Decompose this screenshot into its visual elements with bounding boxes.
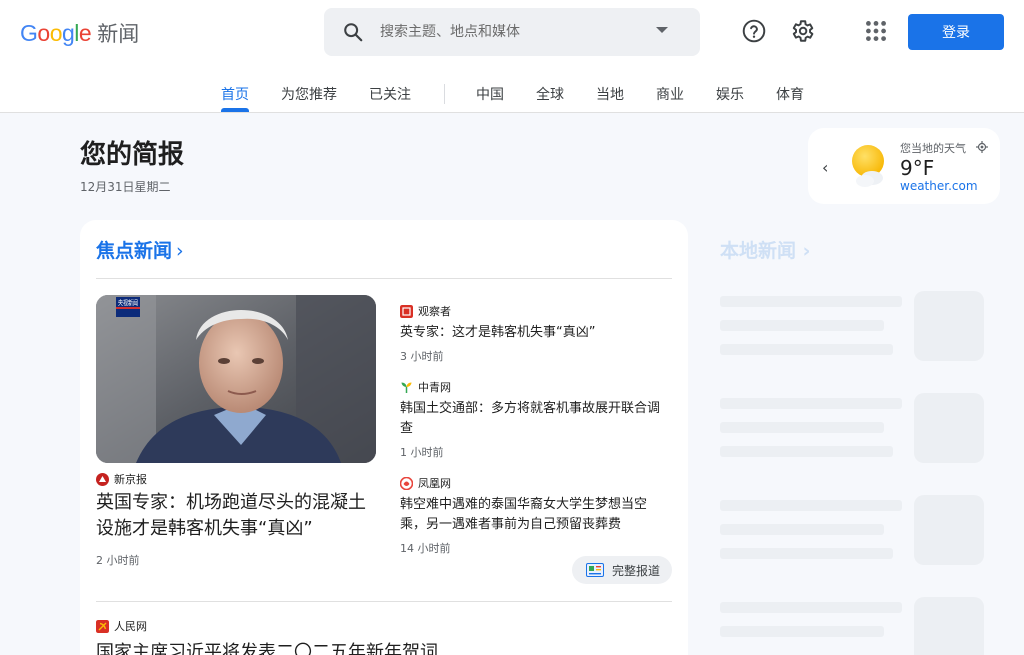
- skeleton-thumbnail: [914, 597, 984, 655]
- tab-world[interactable]: 全球: [536, 84, 564, 104]
- skeleton-line: [720, 344, 893, 355]
- skeleton-line: [720, 296, 902, 307]
- section-tabs: 首页 为您推荐 已关注 中国 全球 当地 商业 娱乐 体育: [0, 84, 1024, 112]
- partly-cloudy-icon: [852, 145, 884, 187]
- next-story-title[interactable]: 国家主席习近平将发表二〇二五年新年贺词: [96, 638, 438, 655]
- logo-wordmark: Google: [20, 19, 92, 46]
- weather-label: 您当地的天气: [900, 142, 966, 155]
- ifeng-logo-icon: [400, 476, 413, 490]
- top-stories-card: 焦点新闻 › 央视新闻 新京报 英国专家：机场跑道尽头的混凝土设施才是韩客机失事“: [80, 220, 688, 655]
- side-story-2-time: 1 小时前: [400, 446, 444, 459]
- hero-source-name: 新京报: [114, 473, 147, 486]
- full-coverage-label: 完整报道: [612, 563, 661, 578]
- tab-entertainment[interactable]: 娱乐: [716, 84, 744, 104]
- top-stories-heading-label: 焦点新闻: [96, 240, 173, 262]
- tab-following[interactable]: 已关注: [369, 84, 411, 104]
- chevron-right-icon: ›: [796, 240, 811, 262]
- hero-story-title[interactable]: 英国专家：机场跑道尽头的混凝土设施才是韩客机失事“真凶”: [96, 490, 380, 542]
- side-story-2-title[interactable]: 韩国土交通部：多方将就客机事故展开联合调查: [400, 399, 672, 439]
- hero-photo-illustration: 央视新闻: [96, 295, 376, 463]
- skeleton-line: [720, 398, 902, 409]
- top-stories-heading[interactable]: 焦点新闻 ›: [96, 236, 184, 263]
- side-story-3-title[interactable]: 韩空难中遇难的泰国华裔女大学生梦想当空乘，另一遇难者事前为自己预留丧葬费: [400, 495, 672, 535]
- hero-source[interactable]: 新京报: [96, 471, 147, 487]
- top-bar: Google 新闻 登录 首页 为您推荐 已关注 中国 全球 当地 商业 娱乐 …: [0, 0, 1024, 113]
- next-story-source-name: 人民网: [114, 620, 147, 633]
- side-story-1-title[interactable]: 英专家：这才是韩客机失事“真凶”: [400, 323, 672, 343]
- skeleton-thumbnail: [914, 495, 984, 565]
- chevron-left-icon[interactable]: ‹: [822, 158, 828, 177]
- side-story-3-source[interactable]: 凤凰网: [400, 475, 451, 491]
- settings-gear-icon[interactable]: [789, 18, 815, 44]
- side-story-2-source[interactable]: 中青网: [400, 379, 451, 395]
- help-icon[interactable]: [741, 18, 767, 44]
- skeleton-line: [720, 446, 893, 457]
- skeleton-line: [720, 602, 902, 613]
- skeleton-line: [720, 500, 902, 511]
- chevron-right-icon: ›: [176, 240, 184, 262]
- side-story-1-source-name: 观察者: [418, 305, 451, 318]
- local-news-heading-label: 本地新闻: [720, 240, 797, 262]
- xinjingbao-logo-icon: [96, 472, 109, 486]
- side-story-1-time: 3 小时前: [400, 350, 444, 363]
- weather-source-link[interactable]: weather.com: [900, 179, 978, 193]
- skeleton-line: [720, 626, 884, 637]
- apps-grid-icon[interactable]: [863, 18, 889, 44]
- skeleton-line: [720, 320, 884, 331]
- tab-home[interactable]: 首页: [221, 84, 249, 104]
- hero-story-time: 2 小时前: [96, 554, 140, 567]
- next-story-source[interactable]: 人民网: [96, 618, 147, 634]
- side-story-1-source[interactable]: 观察者: [400, 303, 451, 319]
- skeleton-thumbnail: [914, 393, 984, 463]
- search-options-dropdown-icon[interactable]: [656, 27, 668, 33]
- guancha-logo-icon: [400, 304, 413, 318]
- divider: [96, 278, 672, 279]
- full-coverage-button[interactable]: 完整报道: [572, 556, 672, 584]
- briefing-date: 12月31日星期二: [80, 180, 171, 194]
- search-icon[interactable]: [342, 21, 364, 43]
- location-icon: [976, 141, 988, 153]
- side-story-3-source-name: 凤凰网: [418, 477, 451, 490]
- side-story-2-source-name: 中青网: [418, 381, 451, 394]
- tab-business[interactable]: 商业: [656, 84, 684, 104]
- active-tab-indicator: [221, 108, 249, 112]
- renmin-logo-icon: [96, 619, 109, 633]
- weather-widget[interactable]: ‹ 您当地的天气 9°F weather.com: [808, 128, 1000, 204]
- tab-separator: [444, 84, 445, 104]
- divider: [96, 601, 672, 602]
- sign-in-button[interactable]: 登录: [908, 14, 1004, 50]
- briefing-title: 您的简报: [80, 140, 185, 170]
- full-coverage-icon: [586, 563, 604, 577]
- tab-local[interactable]: 当地: [596, 84, 624, 104]
- local-news-heading[interactable]: 本地新闻 ›: [720, 236, 810, 263]
- skeleton-line: [720, 422, 884, 433]
- hero-story-image[interactable]: 央视新闻: [96, 295, 376, 463]
- side-story-3-time: 14 小时前: [400, 542, 451, 555]
- logo-suffix: 新闻: [97, 22, 140, 46]
- zhongqing-logo-icon: [401, 382, 412, 393]
- google-news-logo[interactable]: Google 新闻: [20, 18, 139, 48]
- skeleton-line: [720, 548, 893, 559]
- channel-badge: 央视新闻: [118, 298, 138, 307]
- skeleton-line: [720, 524, 884, 535]
- skeleton-thumbnail: [914, 291, 984, 361]
- search-input[interactable]: [380, 18, 640, 46]
- tab-china[interactable]: 中国: [476, 84, 504, 104]
- weather-temperature: 9°F: [900, 156, 935, 180]
- tab-sports[interactable]: 体育: [776, 84, 804, 104]
- tab-for-you[interactable]: 为您推荐: [281, 84, 337, 104]
- search-bar[interactable]: [324, 8, 700, 56]
